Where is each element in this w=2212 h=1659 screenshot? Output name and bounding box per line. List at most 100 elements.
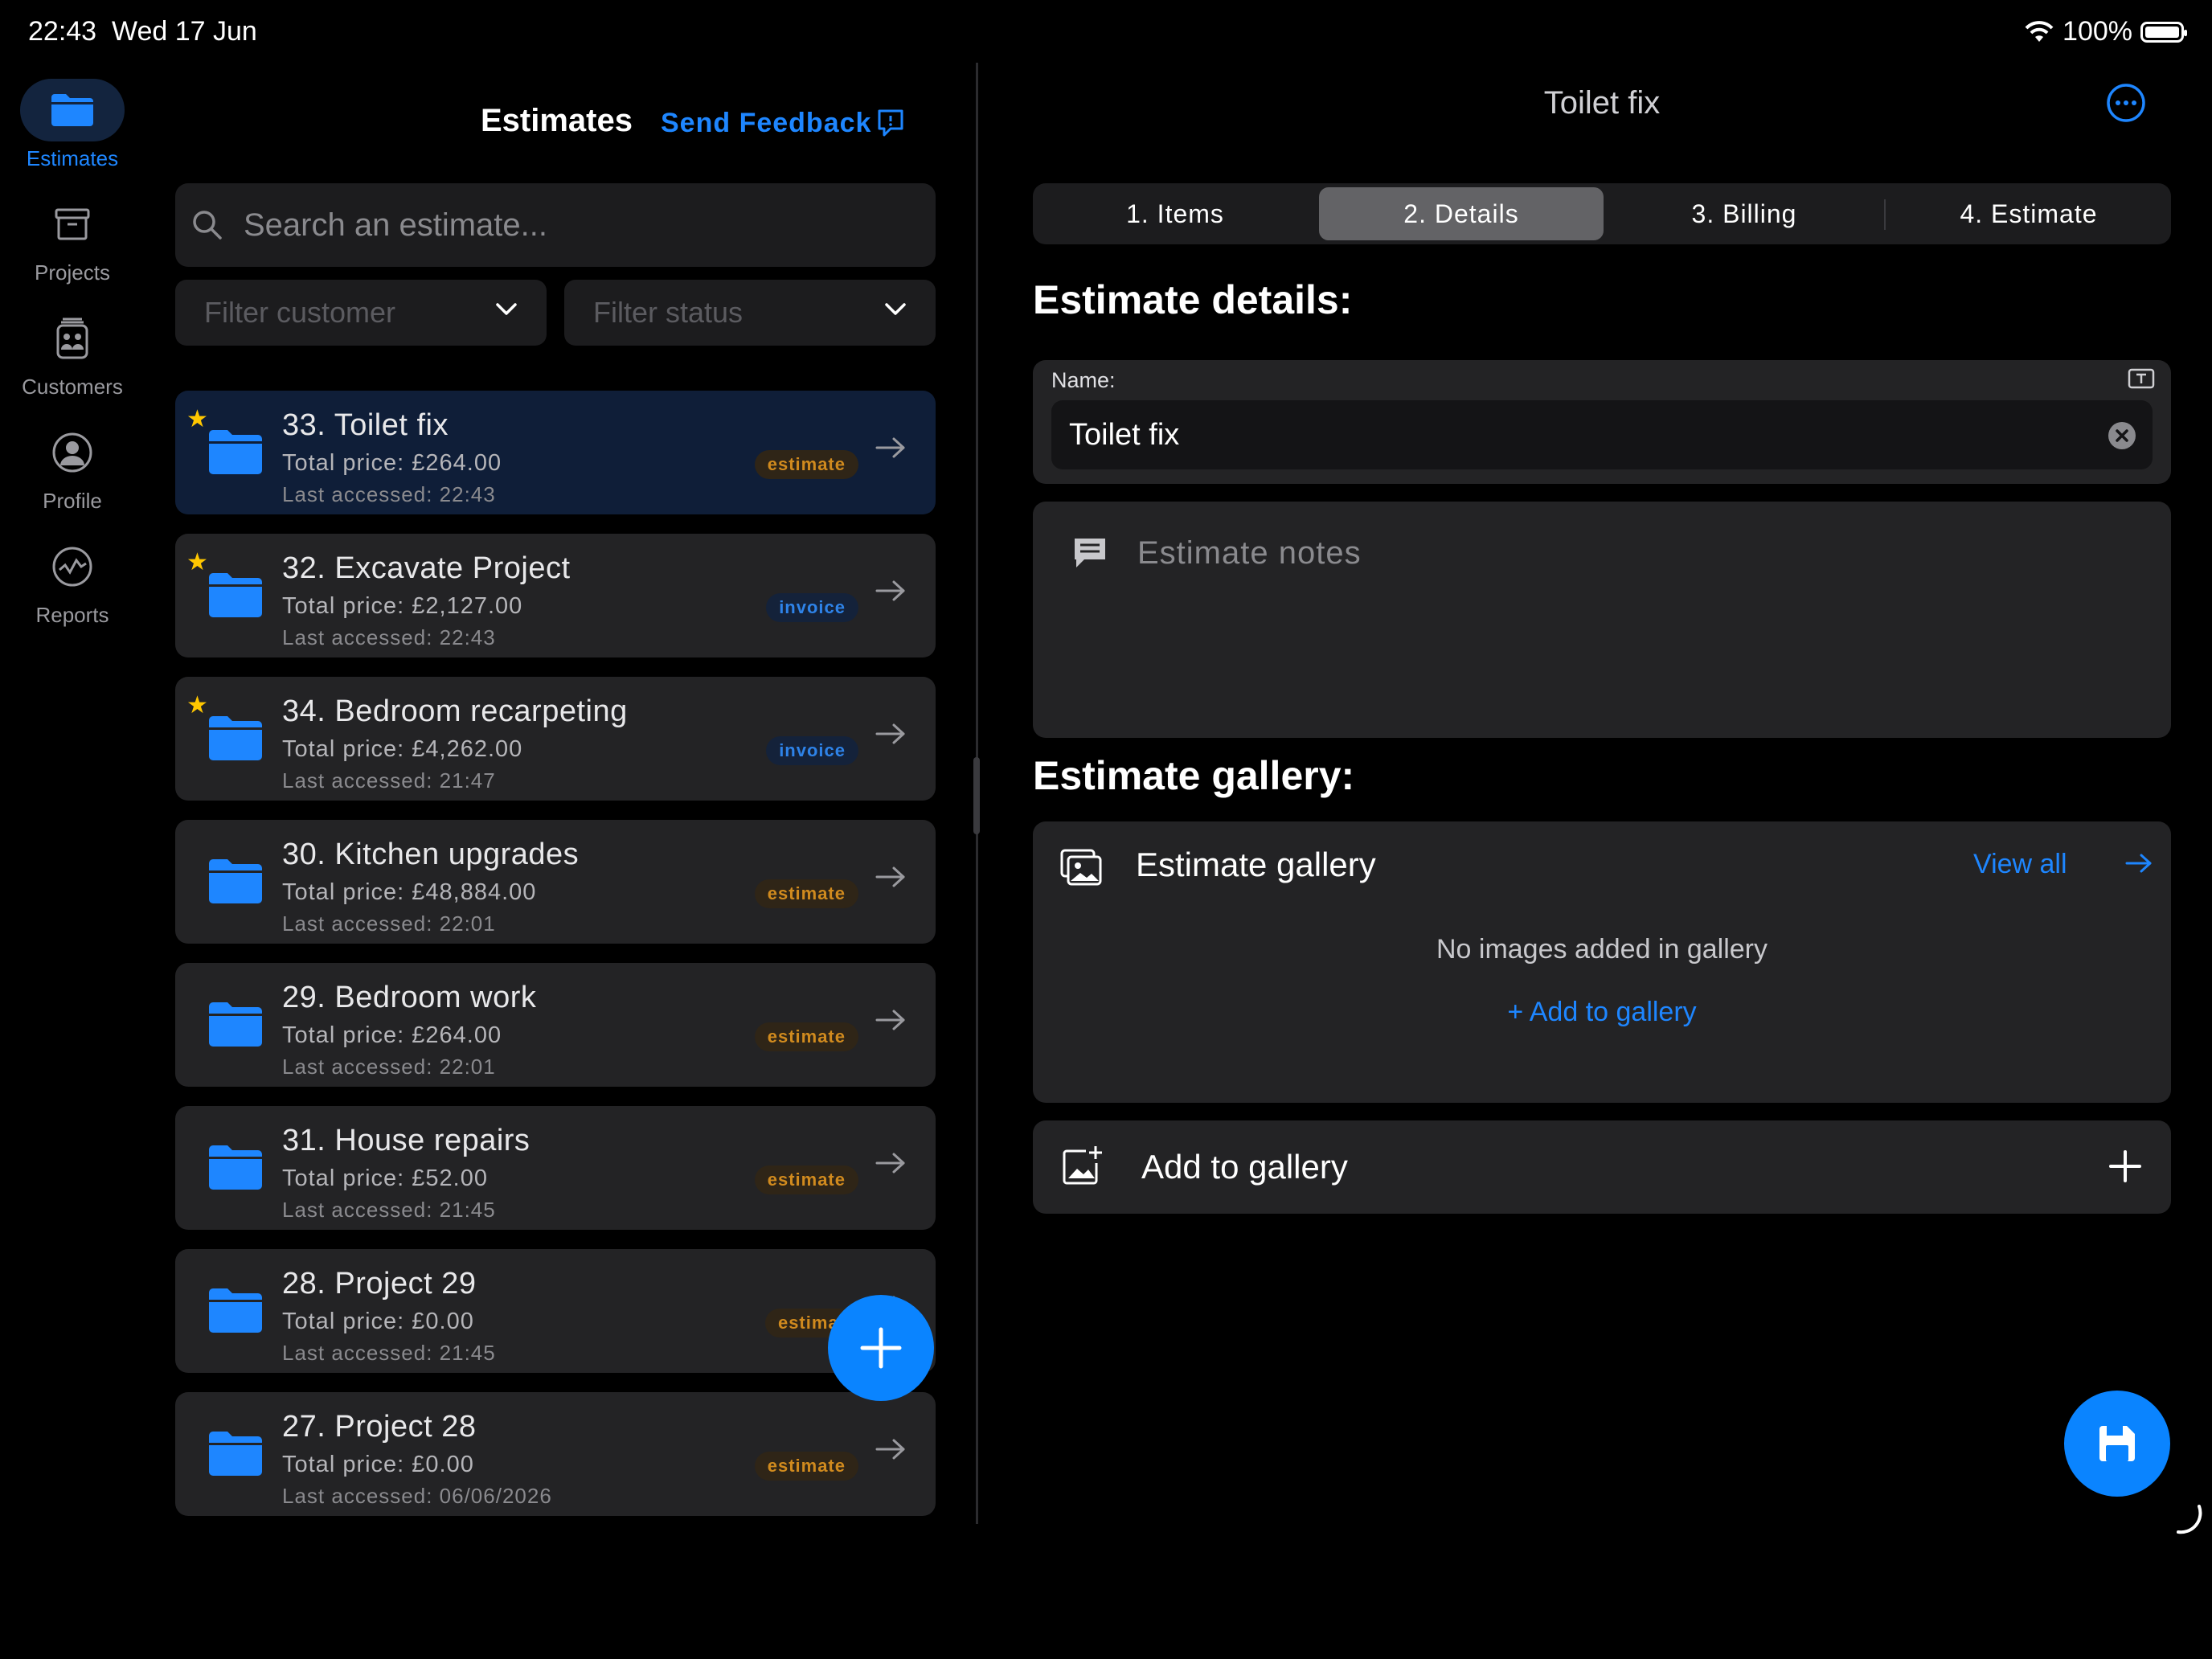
tab-billing[interactable]: 3. Billing: [1602, 183, 1886, 244]
estimate-details-heading: Estimate details:: [1033, 277, 1353, 322]
star-icon: ★: [186, 549, 208, 576]
folder-icon: [209, 430, 262, 474]
estimate-title: 32. Excavate Project: [282, 551, 571, 585]
arrow-right-icon[interactable]: [875, 1151, 907, 1175]
feedback-bubble-icon[interactable]: [876, 108, 905, 140]
tab-details[interactable]: 2. Details: [1319, 187, 1604, 240]
status-badge: estimate: [754, 1452, 858, 1481]
people-icon: [56, 317, 88, 359]
archive-box-icon: [55, 208, 90, 240]
status-bar: 22:43 Wed 17 Jun 100%: [0, 0, 2212, 64]
filter-status-label: Filter status: [593, 296, 743, 329]
estimate-card[interactable]: 30. Kitchen upgrades Total price: £48,884…: [175, 820, 936, 944]
estimate-last-accessed: Last accessed: 22:01: [282, 911, 496, 936]
add-estimate-button[interactable]: [828, 1295, 934, 1401]
clear-icon[interactable]: [2108, 421, 2136, 450]
estimate-price: Total price: £48,884.00: [282, 879, 537, 905]
split-drag-handle[interactable]: [973, 757, 980, 834]
sidebar-item-profile[interactable]: Profile: [0, 421, 145, 514]
plus-icon: [860, 1327, 902, 1369]
add-to-gallery-link[interactable]: + Add to gallery: [1033, 997, 2171, 1028]
chevron-down-icon: [496, 303, 517, 315]
arrow-right-icon[interactable]: [875, 865, 907, 889]
status-time: 22:43 Wed 17 Jun: [28, 16, 257, 47]
arrow-right-icon[interactable]: [875, 722, 907, 746]
estimate-title: 31. House repairs: [282, 1124, 530, 1157]
estimate-last-accessed: Last accessed: 22:43: [282, 482, 496, 506]
status-badge: estimate: [754, 450, 858, 479]
chart-circle-icon: [52, 547, 92, 587]
search-input[interactable]: Search an estimate...: [175, 183, 936, 267]
name-value: Toilet fix: [1069, 418, 1180, 452]
folder-icon: [209, 1002, 262, 1047]
person-circle-icon: [52, 432, 92, 473]
folder-icon: [209, 1145, 262, 1190]
folder-icon: [51, 94, 93, 126]
estimate-card[interactable]: 28. Project 29 Total price: £0.00 Last acc…: [175, 1249, 936, 1373]
tab-items[interactable]: 1. Items: [1033, 183, 1317, 244]
gallery-card: Estimate gallery View all No images adde…: [1033, 821, 2171, 1103]
status-right: 100%: [2024, 16, 2187, 47]
message-icon: [1075, 539, 1105, 567]
sidebar-item-reports[interactable]: Reports: [0, 535, 145, 628]
gallery-empty-text: No images added in gallery: [1436, 934, 1768, 965]
sidebar-item-label: Estimates: [26, 146, 119, 170]
folder-icon: [209, 716, 262, 760]
more-options-icon[interactable]: [2105, 82, 2147, 124]
sidebar-item-projects[interactable]: Projects: [0, 193, 145, 285]
arrow-right-icon[interactable]: [875, 1437, 907, 1461]
tab-separator: [1884, 199, 1886, 230]
plus-icon: [2109, 1150, 2141, 1182]
arrow-right-icon[interactable]: [2124, 852, 2153, 875]
estimate-price: Total price: £0.00: [282, 1452, 474, 1477]
estimate-last-accessed: Last accessed: 22:01: [282, 1055, 496, 1079]
status-badge: estimate: [754, 879, 858, 908]
name-field-group: Name: Toilet fix: [1033, 360, 2171, 484]
page-title: Estimates: [481, 103, 633, 138]
arrow-right-icon[interactable]: [875, 579, 907, 603]
battery-percent: 100%: [2062, 16, 2132, 47]
filter-status-dropdown[interactable]: Filter status: [564, 280, 936, 346]
estimate-title: 29. Bedroom work: [282, 981, 537, 1014]
estimate-last-accessed: Last accessed: 21:45: [282, 1198, 496, 1222]
estimate-title: 34. Bedroom recarpeting: [282, 694, 628, 728]
estimate-title: 28. Project 29: [282, 1267, 477, 1301]
estimate-title: 30. Kitchen upgrades: [282, 838, 580, 871]
folder-icon: [209, 1432, 262, 1476]
name-label: Name:: [1051, 368, 1116, 392]
sidebar-item-estimates[interactable]: Estimates: [0, 79, 145, 171]
view-all-link[interactable]: View all: [1973, 849, 2067, 880]
name-input[interactable]: Toilet fix: [1051, 400, 2153, 469]
estimate-card[interactable]: ★ 32. Excavate Project Total price: £2,127…: [175, 534, 936, 657]
search-icon: [193, 211, 222, 240]
filter-customer-label: Filter customer: [204, 296, 396, 329]
notes-placeholder: Estimate notes: [1137, 535, 1362, 571]
status-badge: estimate: [754, 1165, 858, 1194]
estimate-card[interactable]: 29. Bedroom work Total price: £264.00 Last…: [175, 963, 936, 1087]
text-format-icon[interactable]: [2128, 368, 2155, 389]
arrow-right-icon[interactable]: [875, 1008, 907, 1032]
estimate-card[interactable]: ★ 33. Toilet fix Total price: £264.00 Last …: [175, 391, 936, 514]
estimate-last-accessed: Last accessed: 06/06/2026: [282, 1484, 552, 1508]
send-feedback-link[interactable]: Send Feedback: [661, 108, 871, 139]
folder-icon: [209, 573, 262, 617]
save-button[interactable]: [2064, 1391, 2170, 1497]
list-header: Estimates Send Feedback: [175, 85, 936, 150]
filter-customer-dropdown[interactable]: Filter customer: [175, 280, 547, 346]
estimate-card[interactable]: 27. Project 28 Total price: £0.00 Last acc…: [175, 1392, 936, 1516]
photos-icon: [1060, 849, 1102, 886]
estimate-title: 33. Toilet fix: [282, 408, 449, 442]
tab-estimate[interactable]: 4. Estimate: [1886, 183, 2171, 244]
estimate-card[interactable]: 31. House repairs Total price: £52.00 Last…: [175, 1106, 936, 1230]
arrow-right-icon[interactable]: [875, 436, 907, 460]
sidebar-item-customers[interactable]: Customers: [0, 307, 145, 399]
status-badge: invoice: [766, 736, 858, 765]
notes-textarea[interactable]: Estimate notes: [1033, 502, 2171, 738]
estimate-card[interactable]: ★ 34. Bedroom recarpeting Total price: £4,…: [175, 677, 936, 801]
step-tabs: 1. Items 2. Details 3. Billing 4. Estima…: [1033, 183, 2171, 244]
add-to-gallery-row[interactable]: Add to gallery: [1033, 1120, 2171, 1214]
add-to-gallery-label: Add to gallery: [1141, 1148, 1348, 1186]
estimate-price: Total price: £264.00: [282, 450, 502, 476]
estimate-last-accessed: Last accessed: 21:47: [282, 768, 496, 793]
resize-grip-icon[interactable]: [2175, 1503, 2207, 1535]
